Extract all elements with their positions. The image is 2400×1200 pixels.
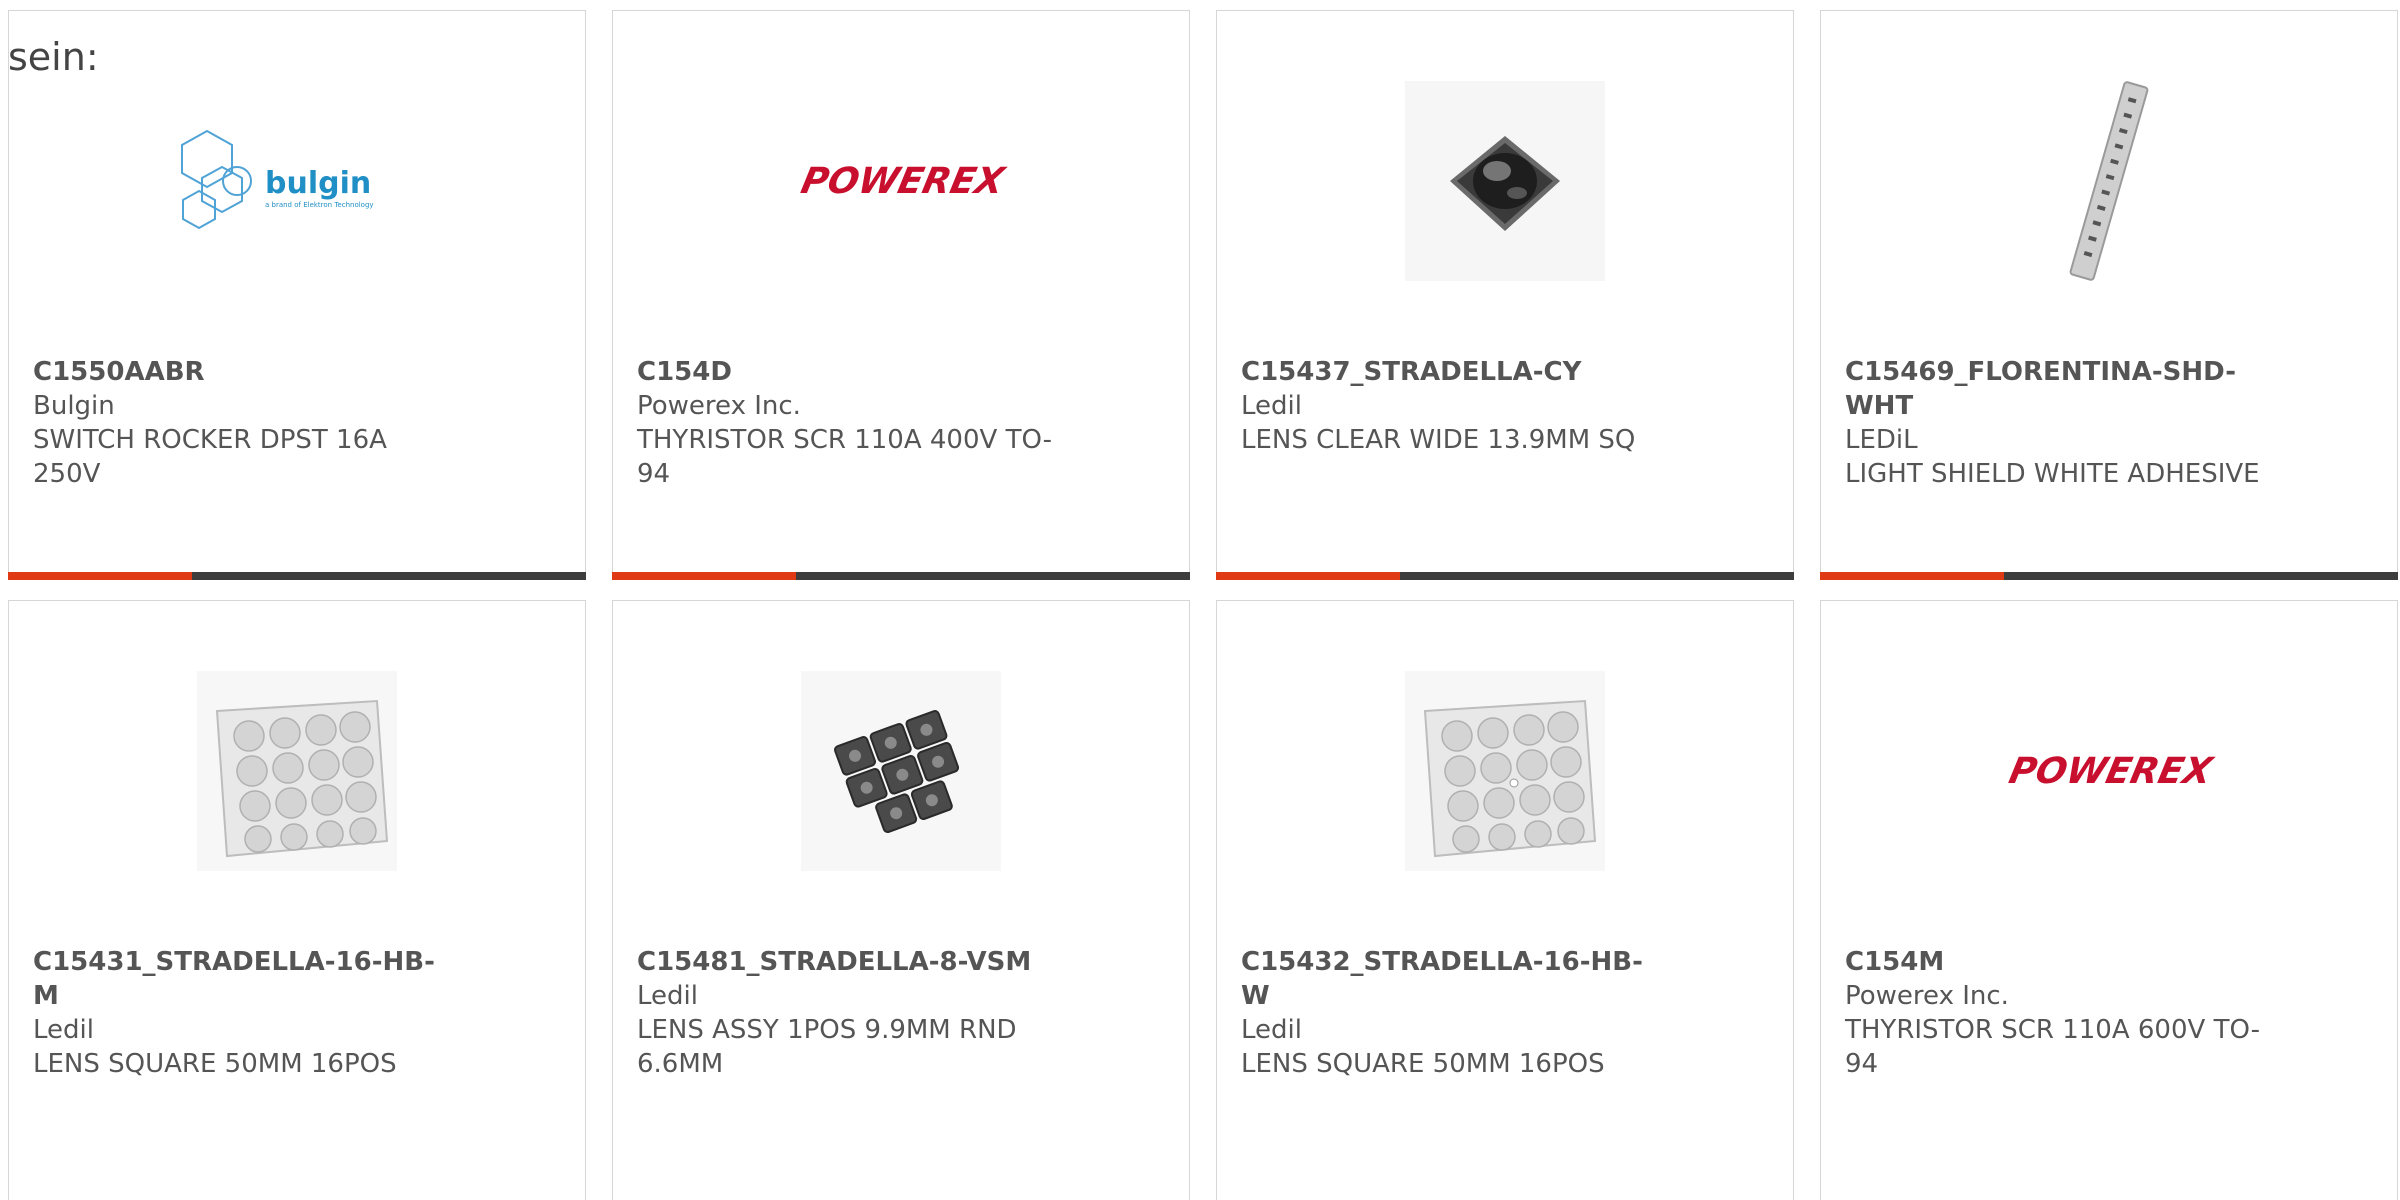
light-shield-photo <box>2009 81 2209 281</box>
part-number[interactable]: C15481_STRADELLA-8-VSM <box>637 945 1057 979</box>
powerex-logo: POWEREX <box>791 81 1011 281</box>
bulgin-logo: bulgin a brand of Elektron Technology <box>177 81 417 281</box>
manufacturer: LEDiL <box>1845 425 1918 455</box>
manufacturer: Ledil <box>1241 1015 1302 1045</box>
product-card[interactable]: C15481_STRADELLA-8-VSM Ledil LENS ASSY 1… <box>612 600 1190 1200</box>
description: LENS ASSY 1POS 9.9MM RND 6.6MM <box>637 1015 1017 1079</box>
description: THYRISTOR SCR 110A 400V TO-94 <box>637 425 1053 489</box>
product-card[interactable]: C15432_STRADELLA-16-HB-W Ledil LENS SQUA… <box>1216 600 1794 1200</box>
part-number[interactable]: C15437_STRADELLA-CY <box>1241 355 1661 389</box>
manufacturer: Ledil <box>637 981 698 1011</box>
product-card[interactable]: POWEREX C154M Powerex Inc. THYRISTOR SCR… <box>1820 600 2398 1200</box>
product-card[interactable]: C15431_STRADELLA-16-HB-M Ledil LENS SQUA… <box>8 600 586 1200</box>
manufacturer: Ledil <box>33 1015 94 1045</box>
manufacturer: Ledil <box>1241 391 1302 421</box>
description: LENS SQUARE 50MM 16POS <box>1241 1049 1605 1079</box>
lens-photo <box>1405 81 1605 281</box>
description: LIGHT SHIELD WHITE ADHESIVE <box>1845 459 2260 489</box>
part-number[interactable]: C154M <box>1845 945 2265 979</box>
part-number[interactable]: C15432_STRADELLA-16-HB-W <box>1241 945 1661 1013</box>
description: THYRISTOR SCR 110A 600V TO-94 <box>1845 1015 2261 1079</box>
svg-text:bulgin: bulgin <box>265 166 371 201</box>
powerex-logo: POWEREX <box>1999 671 2219 871</box>
card-bar <box>612 572 1190 580</box>
product-card[interactable]: C15469_FLORENTINA-SHD-WHT LEDiL LIGHT SH… <box>1820 10 2398 580</box>
card-bar <box>1216 572 1794 580</box>
text-fragment: sein: <box>8 35 99 79</box>
description: SWITCH ROCKER DPST 16A 250V <box>33 425 387 489</box>
lens-array-photo <box>1405 671 1605 871</box>
manufacturer: Powerex Inc. <box>637 391 801 421</box>
product-card[interactable]: C15437_STRADELLA-CY Ledil LENS CLEAR WID… <box>1216 10 1794 580</box>
manufacturer: Powerex Inc. <box>1845 981 2009 1011</box>
description: LENS SQUARE 50MM 16POS <box>33 1049 397 1079</box>
manufacturer: Bulgin <box>33 391 115 421</box>
part-number[interactable]: C154D <box>637 355 1057 389</box>
product-card[interactable]: POWEREX C154D Powerex Inc. THYRISTOR SCR… <box>612 10 1190 580</box>
part-number[interactable]: C15469_FLORENTINA-SHD-WHT <box>1845 355 2265 423</box>
svg-text:POWEREX: POWEREX <box>798 159 1010 202</box>
lens-array-photo <box>197 671 397 871</box>
product-card[interactable]: bulgin a brand of Elektron Technology C1… <box>8 10 586 580</box>
card-bar <box>1820 572 2398 580</box>
svg-text:a brand of Elektron Technology: a brand of Elektron Technology <box>265 201 374 209</box>
lens-assy-photo <box>801 671 1001 871</box>
description: LENS CLEAR WIDE 13.9MM SQ <box>1241 425 1636 455</box>
part-number[interactable]: C1550AABR <box>33 355 453 389</box>
svg-text:POWEREX: POWEREX <box>2006 749 2218 792</box>
part-number[interactable]: C15431_STRADELLA-16-HB-M <box>33 945 453 1013</box>
card-bar <box>8 572 586 580</box>
